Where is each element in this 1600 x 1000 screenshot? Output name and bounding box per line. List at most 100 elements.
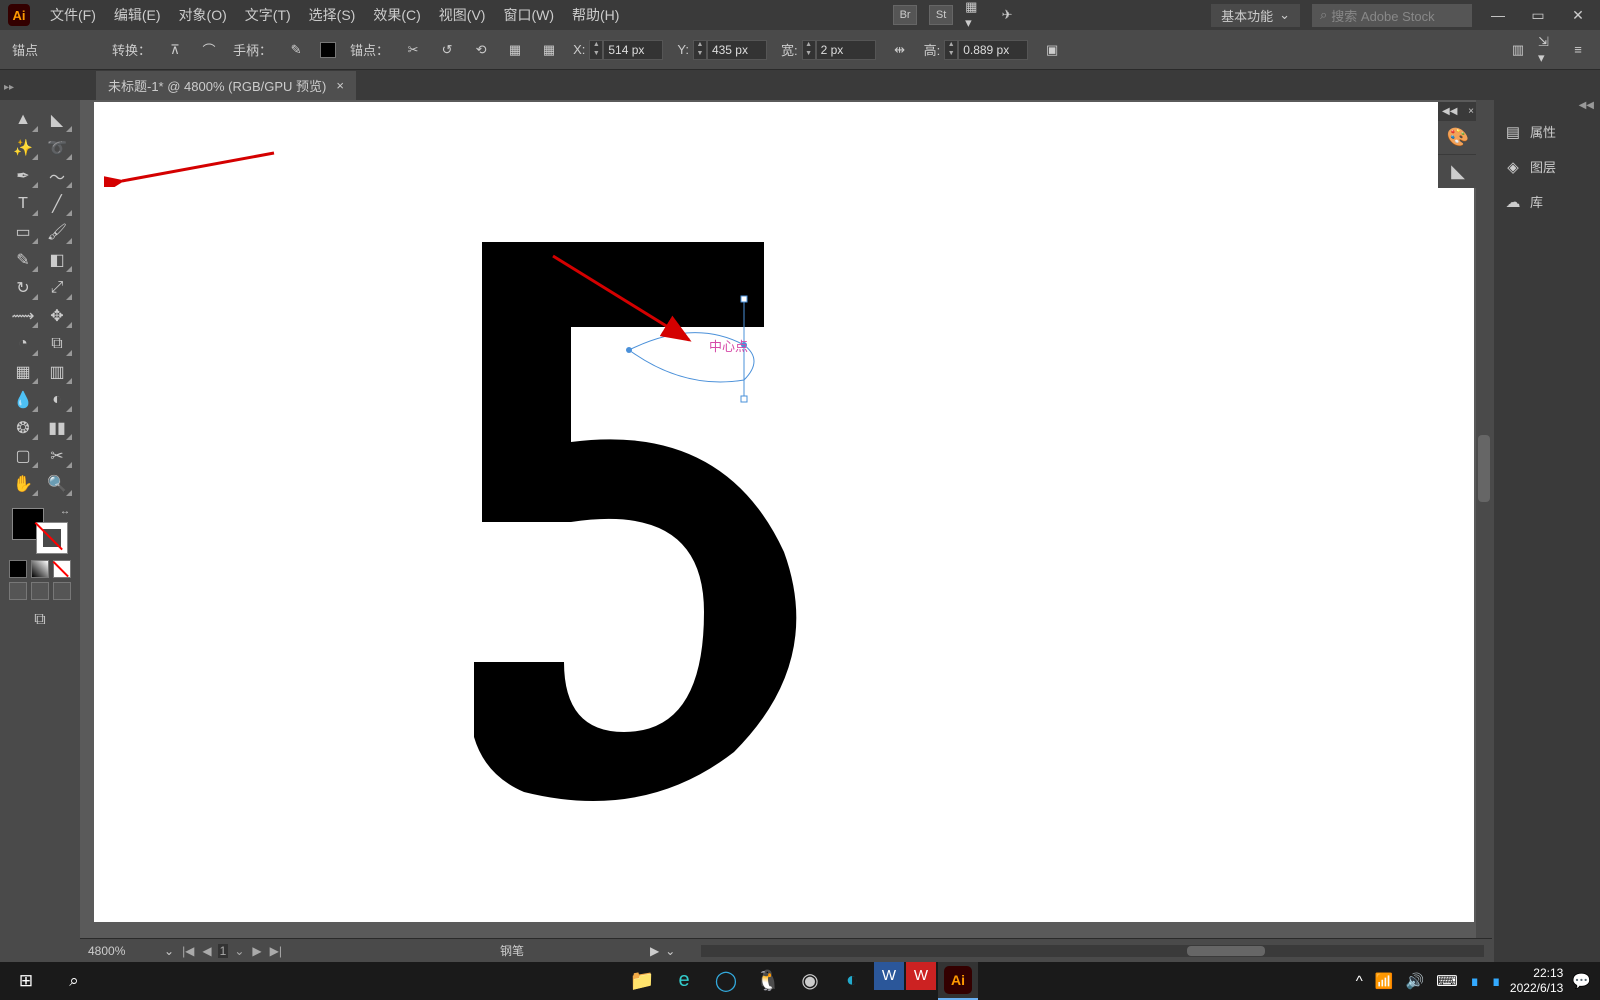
convert-smooth-icon[interactable]: ⌒ [199,40,219,60]
word-icon[interactable]: W [874,962,904,990]
y-spinner[interactable]: ▲▼ [693,40,707,60]
menu-window[interactable]: 窗口(W) [495,1,562,29]
handle-color-swatch[interactable] [320,42,336,58]
vertical-scrollbar-thumb[interactable] [1478,435,1490,502]
blend-tool[interactable]: ◐ [40,386,74,414]
file-explorer-icon[interactable]: 📁 [622,962,662,1000]
link-wh-icon[interactable]: ⇹ [890,40,910,60]
free-transform-tool[interactable]: ✥ [40,302,74,330]
edge-legacy-icon[interactable]: e [664,962,704,1000]
x-input[interactable] [603,40,663,60]
eyedropper-tool[interactable]: 💧 [6,386,40,414]
y-input[interactable] [707,40,767,60]
magic-wand-tool[interactable]: ✨ [6,134,40,162]
stock-icon[interactable]: St [929,5,953,25]
connect-path-icon[interactable]: ↺ [437,40,457,60]
close-button[interactable]: ✕ [1564,5,1592,25]
hand-tool[interactable]: ✋ [6,470,40,498]
menu-edit[interactable]: 编辑(E) [106,1,169,29]
rotate-tool[interactable]: ↻ [6,274,40,302]
menu-effect[interactable]: 效果(C) [365,1,428,29]
draw-normal-icon[interactable] [9,582,27,600]
pen-tool[interactable]: ✒ [6,162,40,190]
status-play-icon[interactable]: ▶ [650,944,659,958]
start-button[interactable]: ⊞ [4,962,48,1000]
x-spinner[interactable]: ▲▼ [589,40,603,60]
color-none-swatch[interactable] [53,560,71,578]
align-pixel-icon[interactable]: ▦ [505,40,525,60]
gradient-tool[interactable]: ▥ [40,358,74,386]
floating-color-panel[interactable]: ◀◀× 🎨 ◣ [1438,102,1478,188]
chrome-icon[interactable]: ◉ [790,962,830,1000]
search-stock-input[interactable]: ⌕ 搜索 Adobe Stock [1312,4,1472,27]
h-spinner[interactable]: ▲▼ [944,40,958,60]
paintbrush-tool[interactable]: 🖌 [40,218,74,246]
align-panel-icon[interactable]: ▥ [1508,40,1528,60]
color-solid-swatch[interactable] [9,560,27,578]
color-panel-icon[interactable]: 🎨 [1438,120,1478,154]
minimize-button[interactable]: — [1484,5,1512,25]
edge-icon[interactable]: ◐ [832,962,872,1000]
slice-tool[interactable]: ✂ [40,442,74,470]
notifications-icon[interactable]: 💬 [1569,972,1594,990]
360browser-icon[interactable]: ◯ [706,962,746,1000]
screen-mode-icon[interactable]: ⧉ [23,606,57,634]
h-input[interactable] [958,40,1028,60]
artboard-tool[interactable]: ▢ [6,442,40,470]
menu-type[interactable]: 文字(T) [237,1,299,29]
artboard[interactable]: 中心点 [94,102,1474,922]
direct-selection-tool[interactable]: ◣ [40,106,74,134]
last-artboard-icon[interactable]: ▶| [268,944,284,958]
zoom-level[interactable]: 4800% [88,944,158,958]
menu-file[interactable]: 文件(F) [42,1,104,29]
mesh-tool[interactable]: ▦ [6,358,40,386]
close-tab-icon[interactable]: × [336,78,344,93]
shaper-tool[interactable]: ✎ [6,246,40,274]
tray-ime-icon[interactable]: ⌨ [1433,972,1461,990]
w-input[interactable] [816,40,876,60]
remove-anchor-icon[interactable]: ✂ [403,40,423,60]
workspace-selector[interactable]: 基本功能 ⌄ [1211,4,1300,27]
first-artboard-icon[interactable]: |◀ [180,944,196,958]
illustrator-taskbar-icon[interactable]: Ai [938,962,978,1000]
menu-help[interactable]: 帮助(H) [564,1,627,29]
tray-up-icon[interactable]: ^ [1353,973,1366,990]
maximize-button[interactable]: ▭ [1524,5,1552,25]
artboard-number[interactable]: 1 [218,944,229,958]
shape-builder-tool[interactable]: ◔ [6,330,40,358]
canvas-area[interactable]: 中心点 ◀◀× 🎨 ◣ [80,100,1492,962]
color-gradient-swatch[interactable] [31,560,49,578]
line-tool[interactable]: ╱ [40,190,74,218]
eraser-tool[interactable]: ◧ [40,246,74,274]
qq-icon[interactable]: 🐧 [748,962,788,1000]
rectangle-tool[interactable]: ▭ [6,218,40,246]
convert-corner-icon[interactable]: ⊼ [165,40,185,60]
width-tool[interactable]: ⟿ [6,302,40,330]
vertical-scrollbar[interactable] [1476,100,1492,938]
expand-left-dock-icon[interactable]: ▸▸ [4,82,14,93]
horizontal-scrollbar-thumb[interactable] [1187,946,1265,956]
wps-icon[interactable]: W [906,962,936,990]
menu-object[interactable]: 对象(O) [171,1,235,29]
draw-behind-icon[interactable] [31,582,49,600]
tray-volume-icon[interactable]: 🔊 [1402,972,1427,990]
status-dropdown-icon[interactable]: ⌄ [665,944,675,958]
fill-stroke-indicator[interactable]: ↔ [10,506,70,556]
collapse-right-dock-icon[interactable]: ◀◀ [1494,100,1600,114]
swap-fill-stroke-icon[interactable]: ↔ [60,506,70,517]
type-tool[interactable]: T [6,190,40,218]
bridge-icon[interactable]: Br [893,5,917,25]
next-artboard-icon[interactable]: ▶ [250,944,263,958]
artboard-dropdown-icon[interactable]: ⌄ [232,944,246,958]
document-tab[interactable]: 未标题-1* @ 4800% (RGB/GPU 预览) × [96,71,356,100]
arrange-docs-icon[interactable]: ▦ ▾ [965,5,985,25]
floating-panel-header[interactable]: ◀◀× [1438,102,1478,120]
zoom-dropdown-icon[interactable]: ⌄ [164,944,174,958]
libraries-panel-tab[interactable]: ☁ 库 [1494,184,1600,219]
symbol-sprayer-tool[interactable]: ❂ [6,414,40,442]
prev-artboard-icon[interactable]: ◀ [200,944,213,958]
column-graph-tool[interactable]: ▮▮ [40,414,74,442]
crop-icon[interactable]: ▣ [1042,40,1062,60]
taskbar-clock[interactable]: 22:13 2022/6/13 [1510,966,1563,996]
transform-panel-icon[interactable]: ⇲ ▾ [1538,40,1558,60]
